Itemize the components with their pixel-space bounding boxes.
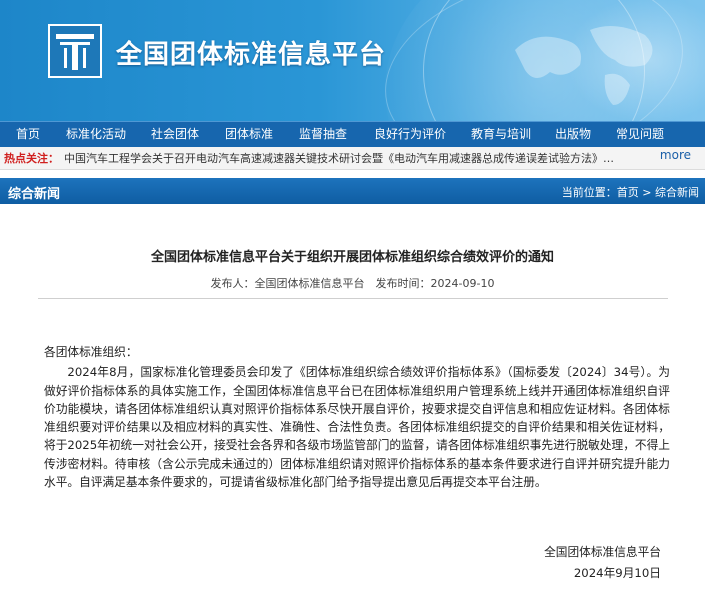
article-salutation: 各团体标准组织： bbox=[44, 345, 138, 359]
site-title: 全国团体标准信息平台 bbox=[116, 40, 387, 70]
more-link[interactable]: more bbox=[660, 148, 691, 162]
hot-topics-link[interactable]: 中国汽车工程学会关于召开电动汽车高速减速器关键技术研讨会暨《电动汽车用减速器总成… bbox=[64, 150, 624, 166]
nav-item-social-organizations[interactable]: 社会团体 bbox=[150, 122, 200, 147]
nav-item-faq[interactable]: 常见问题 bbox=[614, 122, 666, 147]
nav-item-supervision-inspection[interactable]: 监督抽查 bbox=[298, 122, 348, 147]
section-header: 综合新闻 当前位置：首页 > 综合新闻 bbox=[0, 178, 705, 204]
article-paragraph: 2024年8月，国家标准化管理委员会印发了《团体标准组织综合绩效评价指标体系》（… bbox=[44, 365, 670, 490]
nav-item-education-training[interactable]: 教育与培训 bbox=[470, 122, 532, 147]
breadcrumb-home-link[interactable]: 首页 bbox=[617, 186, 639, 199]
world-map-graphic bbox=[515, 26, 653, 105]
site-logo-icon[interactable] bbox=[48, 24, 102, 78]
signature-organization: 全国团体标准信息平台 bbox=[544, 545, 661, 559]
breadcrumb: 当前位置：首页 > 综合新闻 bbox=[562, 184, 699, 200]
article-body: 各团体标准组织： 2024年8月，国家标准化管理委员会印发了《团体标准组织综合绩… bbox=[44, 343, 670, 491]
article-meta: 发布人：全国团体标准信息平台 发布时间：2024-09-10 bbox=[210, 277, 495, 290]
signature-date: 2024年9月10日 bbox=[573, 566, 661, 580]
hot-topics-bar: 热点关注： 中国汽车工程学会关于召开电动汽车高速减速器关键技术研讨会暨《电动汽车… bbox=[0, 147, 705, 170]
nav-item-standardization-activities[interactable]: 标准化活动 bbox=[66, 122, 126, 147]
breadcrumb-separator: > bbox=[638, 186, 655, 199]
nav-item-group-standards[interactable]: 团体标准 bbox=[224, 122, 274, 147]
nav-item-publications[interactable]: 出版物 bbox=[554, 122, 592, 147]
article-title: 全国团体标准信息平台关于组织开展团体标准组织综合绩效评价的通知 bbox=[150, 250, 554, 265]
nav-item-good-conduct-evaluation[interactable]: 良好行为评价 bbox=[372, 122, 448, 147]
header-banner: 全国团体标准信息平台 bbox=[0, 0, 705, 121]
hot-topics-label: 热点关注： bbox=[4, 152, 59, 165]
title-divider bbox=[38, 298, 668, 299]
nav-item-home[interactable]: 首页 bbox=[10, 122, 46, 147]
main-nav: 首页 标准化活动 社会团体 团体标准 监督抽查 良好行为评价 教育与培训 出版物… bbox=[0, 121, 705, 148]
section-title: 综合新闻 bbox=[8, 187, 61, 202]
breadcrumb-prefix: 当前位置： bbox=[561, 186, 617, 199]
breadcrumb-current-link[interactable]: 综合新闻 bbox=[655, 186, 699, 199]
